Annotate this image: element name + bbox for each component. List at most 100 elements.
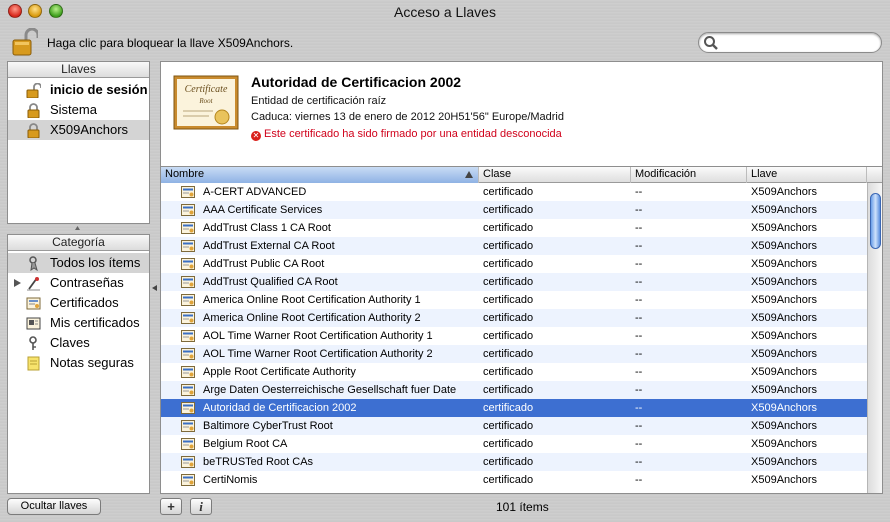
category-item-label: Mis certificados xyxy=(50,315,140,330)
category-item[interactable]: Certificados xyxy=(8,293,149,313)
cell-keychain: X509Anchors xyxy=(751,366,818,378)
table-row[interactable]: AddTrust External CA Root certificado -- X5… xyxy=(161,237,867,255)
cell-modified: -- xyxy=(635,186,643,198)
splitter-handle[interactable] xyxy=(75,226,80,230)
cell-name: Autoridad de Certificacion 2002 xyxy=(203,402,357,414)
cell-name: CertiNomis xyxy=(203,474,258,486)
cell-keychain: X509Anchors xyxy=(751,276,818,288)
cell-modified: -- xyxy=(635,438,643,450)
category-item[interactable]: Todos los ítems xyxy=(8,253,149,273)
keychains-pane: Llaves inicio de sesión Sistema X509Anchor… xyxy=(7,61,150,224)
table-row[interactable]: AddTrust Class 1 CA Root certificado -- X50… xyxy=(161,219,867,237)
keychains-header: Llaves xyxy=(8,62,149,78)
table-row[interactable]: America Online Root Certification Author… xyxy=(161,291,867,309)
cell-keychain: X509Anchors xyxy=(751,384,818,396)
cell-modified: -- xyxy=(635,420,643,432)
certificate-icon xyxy=(181,348,195,360)
cell-class: certificado xyxy=(483,348,534,360)
cell-class: certificado xyxy=(483,294,534,306)
search-input[interactable] xyxy=(698,32,882,53)
cell-class: certificado xyxy=(483,402,534,414)
cell-name: America Online Root Certification Author… xyxy=(203,294,421,306)
table-row[interactable]: Autoridad de Certificacion 2002 certifica… xyxy=(161,399,867,417)
lock-instruction[interactable]: Haga clic para bloquear la llave X509Anc… xyxy=(47,36,293,50)
category-item-label: Claves xyxy=(50,335,90,350)
lock-open-icon xyxy=(26,82,42,99)
table-row[interactable]: Baltimore CyberTrust Root certificado -- X5… xyxy=(161,417,867,435)
disclosure-triangle-icon[interactable] xyxy=(14,279,21,287)
vertical-scrollbar[interactable] xyxy=(867,183,882,493)
keychain-item[interactable]: X509Anchors xyxy=(8,120,149,140)
cell-keychain: X509Anchors xyxy=(751,330,818,342)
category-item-label: Notas seguras xyxy=(50,355,134,370)
certificate-icon xyxy=(181,186,195,198)
keychain-item[interactable]: inicio de sesión xyxy=(8,80,149,100)
cell-name: America Online Root Certification Author… xyxy=(203,312,421,324)
certificate-icon xyxy=(181,276,195,288)
cell-name: AddTrust Class 1 CA Root xyxy=(203,222,331,234)
table-row[interactable]: AddTrust Public CA Root certificado -- X509… xyxy=(161,255,867,273)
info-button[interactable]: i xyxy=(190,498,212,515)
item-count: 101 ítems xyxy=(496,500,549,514)
table-row[interactable]: AOL Time Warner Root Certification Autho… xyxy=(161,327,867,345)
svg-text:Certificate: Certificate xyxy=(185,84,228,95)
cell-modified: -- xyxy=(635,474,643,486)
category-item-label: Contraseñas xyxy=(50,275,124,290)
certificate-icon xyxy=(181,240,195,252)
cell-modified: -- xyxy=(635,402,643,414)
column-header-name[interactable]: Nombre xyxy=(161,167,479,183)
cell-keychain: X509Anchors xyxy=(751,402,818,414)
column-header-modified[interactable]: Modificación xyxy=(631,167,747,183)
table-row[interactable]: Apple Root Certificate Authority certific… xyxy=(161,363,867,381)
scrollbar-thumb[interactable] xyxy=(870,193,881,249)
column-header-keychain[interactable]: Llave xyxy=(747,167,867,183)
hide-keychains-button[interactable]: Ocultar llaves xyxy=(7,498,101,515)
certificate-icon xyxy=(181,258,195,270)
cell-keychain: X509Anchors xyxy=(751,204,818,216)
cell-modified: -- xyxy=(635,240,643,252)
category-item-label: Certificados xyxy=(50,295,119,310)
table-row[interactable]: Belgium Root CA certificado -- X509Anchors xyxy=(161,435,867,453)
keychain-item-label: Sistema xyxy=(50,102,97,117)
warning-text: Este certificado ha sido firmado por una… xyxy=(264,128,562,140)
cell-keychain: X509Anchors xyxy=(751,420,818,432)
certificate-icon xyxy=(181,312,195,324)
cell-keychain: X509Anchors xyxy=(751,294,818,306)
category-item[interactable]: Mis certificados xyxy=(8,313,149,333)
cell-name: AOL Time Warner Root Certification Autho… xyxy=(203,330,433,342)
svg-text:Root: Root xyxy=(198,97,213,105)
cell-keychain: X509Anchors xyxy=(751,474,818,486)
table-row[interactable]: beTRUSTed Root CAs certificado -- X509Ancho… xyxy=(161,453,867,471)
keychain-item[interactable]: Sistema xyxy=(8,100,149,120)
lock-open-icon[interactable] xyxy=(12,28,38,56)
table-row[interactable]: AOL Time Warner Root Certification Autho… xyxy=(161,345,867,363)
cell-name: Belgium Root CA xyxy=(203,438,288,450)
passwords-icon xyxy=(26,276,41,291)
table-row[interactable]: Arge Daten Oesterreichische Gesellschaft… xyxy=(161,381,867,399)
cell-name: AddTrust Qualified CA Root xyxy=(203,276,338,288)
cell-name: beTRUSTed Root CAs xyxy=(203,456,314,468)
table-row[interactable]: AddTrust Qualified CA Root certificado -- X… xyxy=(161,273,867,291)
category-item[interactable]: Claves xyxy=(8,333,149,353)
table-row[interactable]: America Online Root Certification Author… xyxy=(161,309,867,327)
column-header-class[interactable]: Clase xyxy=(479,167,631,183)
certificate-details: Certificate Root Autoridad de Certificac… xyxy=(160,61,883,166)
category-item[interactable]: Contraseñas xyxy=(8,273,149,293)
table-row[interactable]: CertiNomis certificado -- X509Anchors xyxy=(161,471,867,489)
add-button[interactable]: + xyxy=(160,498,182,515)
table-header: Nombre Clase Modificación Llave xyxy=(161,167,882,183)
table-row[interactable]: AAA Certificate Services certificado -- X50… xyxy=(161,201,867,219)
category-header: Categoría xyxy=(8,235,149,251)
cell-keychain: X509Anchors xyxy=(751,222,818,234)
keychain-item-label: X509Anchors xyxy=(50,122,129,137)
cell-modified: -- xyxy=(635,312,643,324)
cell-modified: -- xyxy=(635,456,643,468)
collapse-sidebar-icon[interactable] xyxy=(152,285,157,291)
cell-modified: -- xyxy=(635,348,643,360)
category-item[interactable]: Notas seguras xyxy=(8,353,149,373)
cell-class: certificado xyxy=(483,186,534,198)
cell-class: certificado xyxy=(483,258,534,270)
cell-keychain: X509Anchors xyxy=(751,312,818,324)
table-row[interactable]: A-CERT ADVANCED certificado -- X509Anchors xyxy=(161,183,867,201)
window-title: Acceso a Llaves xyxy=(394,4,496,20)
